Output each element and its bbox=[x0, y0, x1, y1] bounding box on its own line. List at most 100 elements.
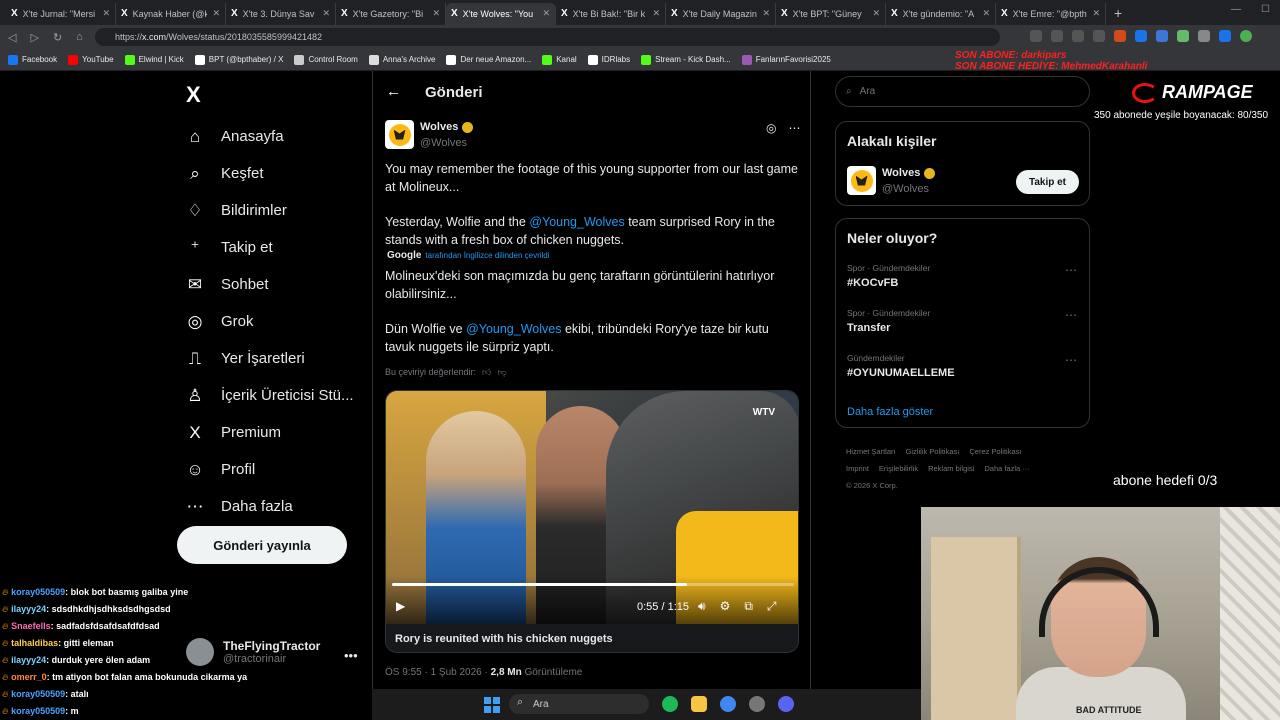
browser-tab[interactable]: X X'te Daily Magazin ✕ bbox=[666, 2, 776, 25]
mention-link[interactable]: @Young_Wolves bbox=[466, 322, 561, 336]
bookmark-item[interactable]: Stream - Kick Dash... bbox=[641, 54, 731, 65]
volume-icon[interactable]: 🔊︎ bbox=[698, 599, 706, 614]
bookmark-star-icon[interactable] bbox=[1093, 30, 1105, 42]
nav-item-search[interactable]: ⌕ Keşfet bbox=[185, 155, 354, 192]
nav-item-x-premium[interactable]: X Premium bbox=[185, 414, 354, 451]
spotify-icon[interactable] bbox=[662, 696, 678, 712]
browser-tab[interactable]: X X'te 3. Dünya Sav ✕ bbox=[226, 2, 336, 25]
thumbs-up-icon[interactable]: 👍︎ bbox=[482, 367, 491, 378]
nav-item-follow[interactable]: ⁺ Takip et bbox=[185, 229, 354, 266]
reload-icon[interactable]: ↻ bbox=[53, 31, 62, 44]
bookmark-item[interactable]: Elwind | Kick bbox=[124, 54, 184, 65]
nav-item-profile[interactable]: ☺ Profil bbox=[185, 451, 354, 488]
chat-username[interactable]: talhaldibas bbox=[11, 638, 58, 648]
extension-icon[interactable] bbox=[1135, 30, 1147, 42]
bookmark-item[interactable]: IDRlabs bbox=[587, 54, 630, 65]
settings-gear-icon[interactable]: ⚙ bbox=[720, 599, 731, 614]
play-icon[interactable]: ▶ bbox=[396, 599, 405, 613]
browser-tab[interactable]: X X'te Wolves: "You ✕ bbox=[446, 2, 556, 25]
bookmark-item[interactable]: Anna's Archive bbox=[368, 54, 435, 65]
bookmark-item[interactable]: Kanal bbox=[542, 54, 577, 65]
url-bar[interactable]: https://x.com/Wolves/status/201803558599… bbox=[95, 28, 1000, 46]
nav-item-creator[interactable]: ♙ İçerik Üreticisi Stü... bbox=[185, 377, 353, 414]
browser-tab[interactable]: X Kaynak Haber (@k ✕ bbox=[116, 2, 226, 25]
author-name[interactable]: Wolves bbox=[420, 121, 474, 133]
bookmark-item[interactable]: Control Room bbox=[294, 54, 358, 65]
mention-link[interactable]: @Young_Wolves bbox=[529, 215, 624, 229]
nav-item-grok[interactable]: ◎ Grok bbox=[185, 303, 354, 340]
browser-tab[interactable]: X X'te BPT: "Güney ✕ bbox=[776, 2, 886, 25]
tab-close-icon[interactable]: ✕ bbox=[762, 8, 770, 19]
chrome-icon[interactable] bbox=[720, 696, 736, 712]
bookmark-item[interactable]: YouTube bbox=[68, 54, 114, 65]
chat-username[interactable]: Snaefells bbox=[11, 621, 51, 631]
thumbs-down-icon[interactable]: 👎︎ bbox=[497, 367, 506, 378]
browser-tab[interactable]: X X'te Bi Bak!: "Bir k ✕ bbox=[556, 2, 666, 25]
more-options-icon[interactable]: ⋯ bbox=[788, 121, 800, 135]
video-card[interactable]: WTV ▶ 0:55 / 1:15 🔊︎ ⚙ ⧉ ⤢ Rory is reuni… bbox=[385, 390, 799, 653]
video-progress-bar[interactable] bbox=[392, 583, 794, 586]
related-handle[interactable]: @Wolves bbox=[882, 183, 929, 195]
show-more-link[interactable]: Daha fazla göster bbox=[847, 406, 933, 418]
chat-username[interactable]: ilayyy24 bbox=[11, 655, 46, 665]
tab-close-icon[interactable]: ✕ bbox=[982, 8, 990, 19]
trend-item[interactable]: Spor · Gündemdekiler #KOCvFB ⋯ bbox=[847, 263, 1077, 289]
x-logo-icon[interactable]: X bbox=[186, 82, 201, 108]
back-arrow-icon[interactable]: ← bbox=[386, 83, 401, 100]
nav-item-mail[interactable]: ✉ Sohbet bbox=[185, 266, 354, 303]
chat-username[interactable]: koray050509 bbox=[11, 689, 65, 699]
footer-link[interactable]: Imprint bbox=[846, 464, 869, 473]
fullscreen-icon[interactable]: ⤢ bbox=[767, 599, 777, 614]
nav-item-home[interactable]: ⌂ Anasayfa bbox=[185, 118, 354, 155]
account-more-icon[interactable]: ••• bbox=[344, 648, 358, 663]
tab-close-icon[interactable]: ✕ bbox=[212, 8, 220, 19]
browser-tab[interactable]: X X'te Emre: "@bpth ✕ bbox=[996, 2, 1106, 25]
chat-username[interactable]: omerr_0 bbox=[11, 672, 47, 682]
windows-start-icon[interactable] bbox=[484, 697, 500, 713]
share-icon[interactable] bbox=[1072, 30, 1084, 42]
trend-more-icon[interactable]: ⋯ bbox=[1065, 353, 1077, 367]
back-icon[interactable]: ◁ bbox=[8, 31, 16, 44]
extension-icon[interactable] bbox=[1114, 30, 1126, 42]
bookmark-item[interactable]: Facebook bbox=[8, 54, 57, 65]
browser-tab[interactable]: X X'te gündemio: "A ✕ bbox=[886, 2, 996, 25]
trend-more-icon[interactable]: ⋯ bbox=[1065, 263, 1077, 277]
discord-icon[interactable] bbox=[778, 696, 794, 712]
footer-link[interactable]: Hizmet Şartları bbox=[846, 447, 896, 456]
footer-link[interactable]: Reklam bilgisi bbox=[928, 464, 974, 473]
chat-username[interactable]: ilayyy24 bbox=[11, 604, 46, 614]
trend-item[interactable]: Gündemdekiler #OYUNUMAELLEME ⋯ bbox=[847, 353, 1077, 379]
sidepanel-icon[interactable] bbox=[1219, 30, 1231, 42]
nav-item-more-circle[interactable]: ⋯ Daha fazla bbox=[185, 488, 354, 525]
steam-icon[interactable] bbox=[749, 696, 765, 712]
new-tab-button[interactable]: + bbox=[1114, 5, 1122, 21]
install-icon[interactable] bbox=[1030, 30, 1042, 42]
author-handle[interactable]: @Wolves bbox=[420, 137, 467, 149]
forward-icon[interactable]: ▷ bbox=[30, 31, 38, 44]
tab-close-icon[interactable]: ✕ bbox=[1092, 8, 1100, 19]
taskbar-search[interactable]: Ara bbox=[509, 694, 649, 714]
footer-link[interactable]: Daha fazla ··· bbox=[984, 464, 1029, 473]
trend-more-icon[interactable]: ⋯ bbox=[1065, 308, 1077, 322]
extension-icon[interactable] bbox=[1156, 30, 1168, 42]
related-avatar[interactable] bbox=[847, 166, 876, 195]
browser-tab[interactable]: X X'te Gazetory: "Bi ✕ bbox=[336, 2, 446, 25]
extension-icon[interactable] bbox=[1177, 30, 1189, 42]
minimize-icon[interactable]: — bbox=[1231, 4, 1241, 15]
browser-tab[interactable]: X X'te Jurnal: "Mersi ✕ bbox=[6, 2, 116, 25]
author-avatar[interactable] bbox=[385, 120, 414, 149]
maximize-icon[interactable]: ☐ bbox=[1261, 4, 1270, 15]
search-input[interactable]: ⌕ Ara bbox=[835, 76, 1090, 107]
follow-button[interactable]: Takip et bbox=[1016, 170, 1079, 194]
tab-close-icon[interactable]: ✕ bbox=[432, 8, 440, 19]
bookmark-item[interactable]: FanlarınFavorisi2025 bbox=[741, 54, 831, 65]
footer-link[interactable]: Gizlilik Politikası bbox=[906, 447, 960, 456]
nav-item-bell[interactable]: ♢ Bildirimler bbox=[185, 192, 354, 229]
chat-username[interactable]: koray050509 bbox=[11, 587, 65, 597]
tab-close-icon[interactable]: ✕ bbox=[102, 8, 110, 19]
post-button[interactable]: Gönderi yayınla bbox=[177, 526, 347, 564]
tab-close-icon[interactable]: ✕ bbox=[652, 8, 660, 19]
translation-note[interactable]: tarafından İngilizce dilinden çevrildi bbox=[425, 251, 549, 260]
puzzle-icon[interactable] bbox=[1198, 30, 1210, 42]
zoom-icon[interactable] bbox=[1051, 30, 1063, 42]
